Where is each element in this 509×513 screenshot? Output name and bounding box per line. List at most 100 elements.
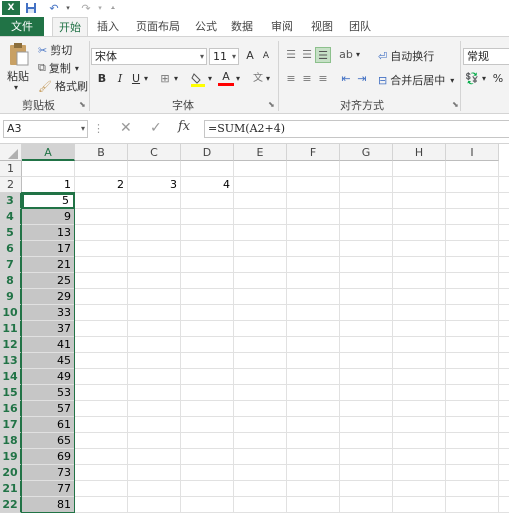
row-header-19[interactable]: 19 bbox=[0, 449, 22, 465]
phonetic-dropdown-icon[interactable]: ▾ bbox=[264, 71, 272, 87]
paste-dropdown-icon[interactable]: ▾ bbox=[14, 83, 18, 92]
cell-a19[interactable]: 69 bbox=[22, 449, 75, 465]
cell-a8[interactable]: 25 bbox=[22, 273, 75, 289]
tab-insert[interactable]: 插入 bbox=[94, 17, 122, 36]
fill-color-icon[interactable] bbox=[190, 71, 206, 87]
redo-dropdown-icon[interactable]: ▾ bbox=[96, 1, 104, 15]
orientation-icon[interactable]: ab bbox=[338, 47, 354, 63]
cell-d2[interactable]: 4 bbox=[181, 177, 234, 193]
row-header-14[interactable]: 14 bbox=[0, 369, 22, 385]
row-header-13[interactable]: 13 bbox=[0, 353, 22, 369]
row-header-22[interactable]: 22 bbox=[0, 497, 22, 513]
bold-button[interactable]: B bbox=[94, 71, 110, 87]
column-header-i[interactable]: I bbox=[446, 144, 499, 161]
row-header-8[interactable]: 8 bbox=[0, 273, 22, 289]
tab-file[interactable]: 文件 bbox=[0, 17, 44, 36]
tab-team[interactable]: 团队 bbox=[346, 17, 374, 36]
cell-a2[interactable]: 1 bbox=[22, 177, 75, 193]
column-header-a[interactable]: A bbox=[22, 144, 75, 161]
column-header-h[interactable]: H bbox=[393, 144, 446, 161]
alignment-launcher-icon[interactable]: ⬊ bbox=[452, 100, 459, 109]
customize-icon[interactable]: ⩡ bbox=[108, 1, 118, 15]
tab-home[interactable]: 开始 bbox=[52, 17, 88, 36]
cell-a14[interactable]: 49 bbox=[22, 369, 75, 385]
align-center-icon[interactable]: ≡ bbox=[299, 71, 315, 87]
font-launcher-icon[interactable]: ⬊ bbox=[268, 100, 275, 109]
percent-button[interactable]: % bbox=[490, 71, 506, 87]
merge-center-button[interactable]: ⊟ 合并后居中 ▾ bbox=[378, 72, 454, 88]
tab-review[interactable]: 审阅 bbox=[268, 17, 296, 36]
cell-a16[interactable]: 57 bbox=[22, 401, 75, 417]
active-cell-a3[interactable]: 5 bbox=[22, 193, 75, 209]
cancel-icon[interactable]: ✕ bbox=[120, 120, 132, 136]
align-top-icon[interactable]: ☰ bbox=[283, 47, 299, 63]
tab-data[interactable]: 数据 bbox=[228, 17, 256, 36]
decrease-indent-icon[interactable]: ⇤ bbox=[338, 71, 354, 87]
cell-a10[interactable]: 33 bbox=[22, 305, 75, 321]
cell-a13[interactable]: 45 bbox=[22, 353, 75, 369]
border-dropdown-icon[interactable]: ▾ bbox=[172, 71, 180, 87]
formula-input[interactable]: =SUM(A2+4) bbox=[204, 120, 509, 138]
copy-button[interactable]: ⧉ 复制 ▾ bbox=[38, 60, 79, 76]
row-header-17[interactable]: 17 bbox=[0, 417, 22, 433]
tab-view[interactable]: 视图 bbox=[308, 17, 336, 36]
row-header-7[interactable]: 7 bbox=[0, 257, 22, 273]
row-header-4[interactable]: 4 bbox=[0, 209, 22, 225]
italic-button[interactable]: I bbox=[112, 71, 128, 87]
font-color-dropdown-icon[interactable]: ▾ bbox=[234, 71, 242, 87]
merge-dropdown-icon[interactable]: ▾ bbox=[450, 76, 454, 85]
cell-a20[interactable]: 73 bbox=[22, 465, 75, 481]
row-header-21[interactable]: 21 bbox=[0, 481, 22, 497]
spreadsheet-grid[interactable]: A B C D E F G H I 1 2 3 4 5 6 7 8 9 10 11 12 13 14 15 16 17 18 19 20… bbox=[0, 144, 509, 513]
row-header-5[interactable]: 5 bbox=[0, 225, 22, 241]
wrap-text-button[interactable]: ⏎ 自动换行 bbox=[378, 48, 434, 64]
cell-a5[interactable]: 13 bbox=[22, 225, 75, 241]
row-header-15[interactable]: 15 bbox=[0, 385, 22, 401]
insert-function-button[interactable]: fx bbox=[178, 119, 190, 134]
shrink-font-button[interactable]: A bbox=[258, 48, 274, 64]
select-all-corner[interactable] bbox=[0, 144, 22, 161]
font-color-button[interactable]: A bbox=[218, 69, 234, 86]
save-icon[interactable] bbox=[24, 1, 38, 15]
cell-c2[interactable]: 3 bbox=[128, 177, 181, 193]
undo-dropdown-icon[interactable]: ▾ bbox=[64, 1, 72, 15]
cell-a15[interactable]: 53 bbox=[22, 385, 75, 401]
paste-icon[interactable] bbox=[8, 41, 30, 67]
cut-button[interactable]: ✂ 剪切 bbox=[38, 42, 72, 58]
row-header-6[interactable]: 6 bbox=[0, 241, 22, 257]
copy-dropdown-icon[interactable]: ▾ bbox=[75, 64, 79, 73]
column-header-e[interactable]: E bbox=[234, 144, 287, 161]
column-header-c[interactable]: C bbox=[128, 144, 181, 161]
cell-a18[interactable]: 65 bbox=[22, 433, 75, 449]
row-header-20[interactable]: 20 bbox=[0, 465, 22, 481]
align-bottom-icon[interactable]: ☰ bbox=[315, 47, 331, 63]
row-header-11[interactable]: 11 bbox=[0, 321, 22, 337]
number-format-select[interactable]: 常规 bbox=[463, 48, 509, 65]
accounting-format-icon[interactable]: 💱 bbox=[464, 71, 480, 87]
cell-a22[interactable]: 81 bbox=[22, 497, 75, 513]
row-header-12[interactable]: 12 bbox=[0, 337, 22, 353]
font-size-select[interactable]: 11 ▾ bbox=[209, 48, 239, 65]
row-header-3[interactable]: 3 bbox=[0, 193, 22, 209]
cell-a21[interactable]: 77 bbox=[22, 481, 75, 497]
cell-b2[interactable]: 2 bbox=[75, 177, 128, 193]
cell-a12[interactable]: 41 bbox=[22, 337, 75, 353]
name-box[interactable]: A3 ▾ bbox=[3, 120, 88, 138]
cell-a17[interactable]: 61 bbox=[22, 417, 75, 433]
accounting-dropdown-icon[interactable]: ▾ bbox=[480, 71, 488, 87]
paste-button[interactable]: 粘贴 bbox=[7, 68, 29, 84]
row-header-2[interactable]: 2 bbox=[0, 177, 22, 193]
column-header-g[interactable]: G bbox=[340, 144, 393, 161]
align-right-icon[interactable]: ≡ bbox=[315, 71, 331, 87]
grow-font-button[interactable]: A bbox=[242, 48, 258, 64]
format-painter-button[interactable]: 🖌 格式刷 bbox=[38, 78, 88, 94]
align-left-icon[interactable]: ≡ bbox=[283, 71, 299, 87]
border-icon[interactable]: ⊞ bbox=[157, 71, 173, 87]
tab-page-layout[interactable]: 页面布局 bbox=[130, 17, 186, 36]
underline-dropdown-icon[interactable]: ▾ bbox=[142, 71, 150, 87]
cell-a9[interactable]: 29 bbox=[22, 289, 75, 305]
cell-a7[interactable]: 21 bbox=[22, 257, 75, 273]
undo-icon[interactable]: ↶ bbox=[46, 1, 62, 15]
fill-color-dropdown-icon[interactable]: ▾ bbox=[206, 71, 214, 87]
column-header-b[interactable]: B bbox=[75, 144, 128, 161]
